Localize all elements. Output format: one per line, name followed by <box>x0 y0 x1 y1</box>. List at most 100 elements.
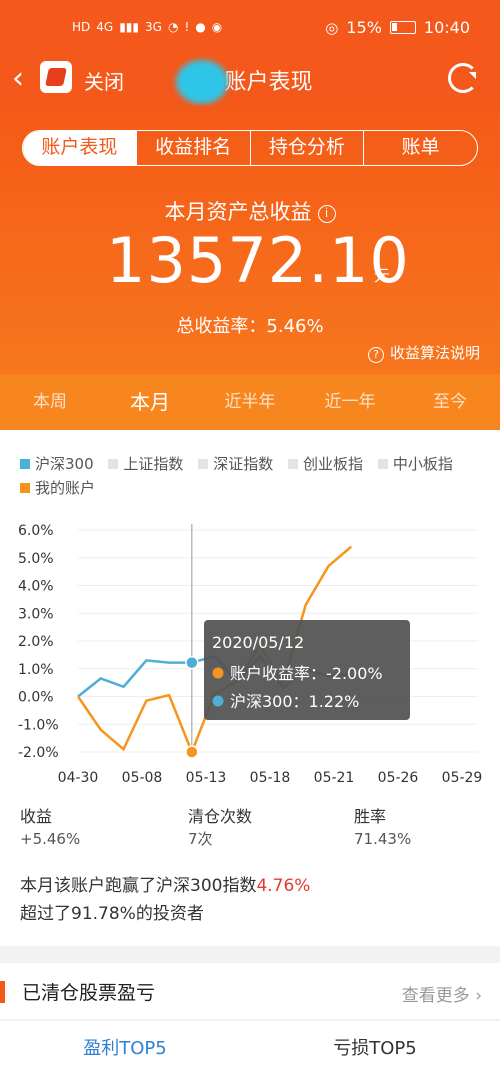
legend-swatch <box>377 459 388 469</box>
stat-label: 收益 <box>20 807 53 826</box>
profit-loss-tabs: 盈利TOP5 亏损TOP5 <box>0 1020 500 1069</box>
stat-earnings: 收益 +5.46% <box>20 806 80 850</box>
app-notification-icon: ◉ <box>211 20 223 34</box>
legend-item-chinext[interactable]: 创业板指 <box>288 452 363 476</box>
see-more-text: 查看更多 <box>401 986 470 1006</box>
summary-text: 本月该账户跑赢了沪深300指数 <box>20 876 257 896</box>
y-tick-label: 1.0% <box>18 662 54 678</box>
tab-account-performance[interactable]: 账户表现 <box>23 131 137 165</box>
legend-swatch <box>20 483 30 493</box>
status-right-icons: ◎ 15% 10:40 <box>325 18 470 37</box>
legend-swatch <box>108 459 119 469</box>
tab-loss-top5[interactable]: 亏损TOP5 <box>250 1021 500 1069</box>
nav-bar: ‹ 关闭 周 -账户表现 <box>0 56 500 106</box>
performance-card: 沪深300 上证指数 深证指数 创业板指 中小板指 我的账户 6.0% 5.0% 4… <box>0 430 500 946</box>
legend-swatch <box>288 459 299 469</box>
tooltip-dot <box>212 695 224 707</box>
period-tab-all[interactable]: 至今 <box>400 374 500 430</box>
legend-label: 创业板指 <box>303 455 364 473</box>
signal-4g-label: 4G <box>96 20 114 34</box>
series-point-my-account <box>185 745 199 759</box>
x-tick-label: 05-08 <box>122 770 163 786</box>
tab-statement[interactable]: 账单 <box>364 131 477 165</box>
redaction-blur <box>176 60 228 104</box>
performance-summary: 本月该账户跑赢了沪深300指数4.76% 超过了91.78%的投资者 <box>20 872 310 928</box>
currency-unit: 元 <box>374 266 391 285</box>
stats-row: 收益 +5.46% 清仓次数 7次 胜率 71.43% <box>20 806 490 856</box>
battery-percent: 15% <box>346 18 382 37</box>
stat-label: 胜率 <box>354 807 387 826</box>
legend-label: 我的账户 <box>35 479 96 497</box>
stat-label: 清仓次数 <box>188 807 253 826</box>
tab-earnings-ranking[interactable]: 收益排名 <box>137 131 251 165</box>
network-hd-label: HD <box>72 20 91 34</box>
info-icon[interactable]: i <box>317 205 336 223</box>
tooltip-line: 沪深300：1.22% <box>230 692 359 711</box>
outperform-value: 4.76% <box>256 876 311 896</box>
tab-holdings-analysis[interactable]: 持仓分析 <box>251 131 365 165</box>
legend-item-hs300[interactable]: 沪深300 <box>20 452 94 476</box>
y-tick-label: 2.0% <box>18 634 54 650</box>
period-tab-half-year[interactable]: 近半年 <box>200 374 300 430</box>
algorithm-link-text: 收益算法说明 <box>389 344 480 362</box>
period-tabs: 本周 本月 近半年 近一年 至今 <box>0 374 500 430</box>
tab-profit-top5[interactable]: 盈利TOP5 <box>0 1021 250 1069</box>
legend-item-sme[interactable]: 中小板指 <box>377 452 453 476</box>
section-accent-bar <box>0 981 5 1003</box>
series-point-hs300 <box>185 655 199 670</box>
total-return-rate: 总收益率：5.46% <box>176 316 324 337</box>
period-tab-month[interactable]: 本月 <box>100 374 200 430</box>
see-more-link[interactable]: 查看更多 › <box>402 981 482 1006</box>
segment-tabs: 账户表现 收益排名 持仓分析 账单 <box>22 130 478 166</box>
refresh-icon[interactable] <box>448 63 478 93</box>
page-title: 周 -账户表现 <box>187 70 313 95</box>
clock: 10:40 <box>423 18 470 37</box>
summary-line-2: 超过了91.78%的投资者 <box>20 904 204 924</box>
stat-value: +5.46% <box>20 830 81 848</box>
battery-icon <box>389 21 416 34</box>
stat-win-rate: 胜率 71.43% <box>354 806 411 850</box>
tooltip-dot <box>212 667 224 679</box>
x-tick-label: 05-26 <box>378 770 419 786</box>
stat-clear-count: 清仓次数 7次 <box>188 806 252 850</box>
legend-item-shanghai[interactable]: 上证指数 <box>108 452 183 476</box>
legend-swatch <box>198 459 209 469</box>
y-tick-label: 5.0% <box>18 551 54 567</box>
stat-value: 71.43% <box>354 830 412 848</box>
tooltip-line: 账户收益率：-2.00% <box>230 664 383 683</box>
x-tick-label: 05-13 <box>186 770 227 786</box>
signal-bars-icon: ▮▮▮ <box>119 20 140 34</box>
x-tick-label: 04-30 <box>58 770 99 786</box>
status-bar: HD 4G ▮▮▮ 3G ◔ ! ● ◉ ◎ 15% 10:40 <box>0 0 500 56</box>
period-tab-week[interactable]: 本周 <box>0 374 100 430</box>
legend-label: 中小板指 <box>392 455 453 473</box>
algorithm-explanation-link[interactable]: ? 收益算法说明 <box>367 342 480 363</box>
cleared-stocks-section: 已清仓股票盈亏 查看更多 › <box>0 963 500 1019</box>
account-summary-header: 账户表现 收益排名 持仓分析 账单 本月资产总收益 i 13572.10 元 总收… <box>0 106 500 374</box>
chart-legend: 沪深300 上证指数 深证指数 创业板指 中小板指 我的账户 <box>20 452 490 500</box>
stat-value: 7次 <box>188 830 213 848</box>
legend-swatch <box>20 459 30 469</box>
legend-label: 上证指数 <box>123 455 184 473</box>
chat-icon: ● <box>195 20 206 34</box>
y-tick-label: -2.0% <box>18 745 59 761</box>
question-icon: ? <box>367 347 384 363</box>
legend-label: 深证指数 <box>213 455 274 473</box>
tooltip-date: 2020/05/12 <box>212 633 304 652</box>
wifi-icon: ◔ <box>167 20 179 34</box>
x-tick-label: 05-21 <box>314 770 355 786</box>
legend-item-my-account[interactable]: 我的账户 <box>20 476 95 500</box>
y-tick-label: 6.0% <box>18 523 54 539</box>
period-tab-year[interactable]: 近一年 <box>300 374 400 430</box>
y-tick-label: 0.0% <box>18 690 54 706</box>
y-tick-label: -1.0% <box>18 717 59 733</box>
total-earnings-value: 13572.10 <box>106 224 410 297</box>
section-title: 已清仓股票盈亏 <box>22 982 156 1004</box>
chevron-right-icon: › <box>475 986 482 1006</box>
total-earnings-label-text: 本月资产总收益 <box>164 200 312 224</box>
y-tick-label: 4.0% <box>18 579 54 595</box>
legend-item-shenzhen[interactable]: 深证指数 <box>198 452 273 476</box>
x-tick-label: 05-18 <box>250 770 291 786</box>
alert-icon: ! <box>184 20 190 34</box>
legend-label: 沪深300 <box>35 455 94 473</box>
